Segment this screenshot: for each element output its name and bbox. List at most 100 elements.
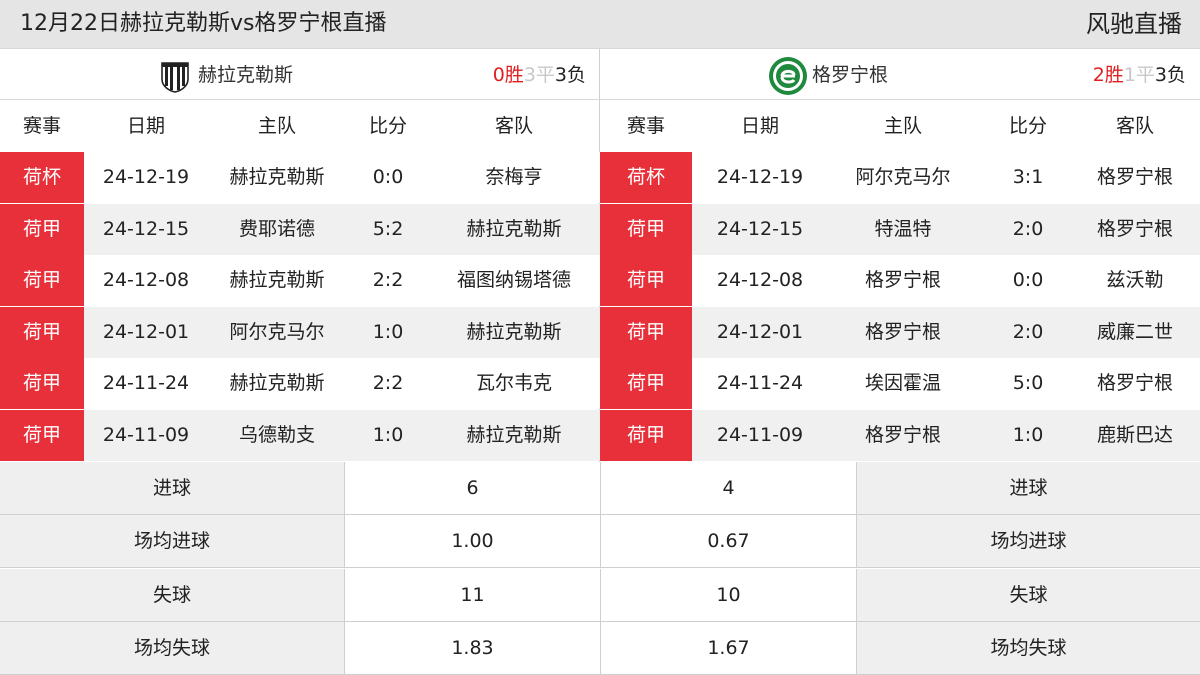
away-team[interactable]: 鹿斯巴达: [1076, 410, 1194, 461]
col-date: 日期: [126, 115, 165, 137]
match-score[interactable]: 1:0: [988, 410, 1068, 461]
match-date: 24-11-09: [102, 423, 190, 446]
competition-badge[interactable]: 荷甲: [600, 203, 692, 255]
match-score[interactable]: 2:2: [350, 255, 426, 306]
col-away: 客队: [494, 115, 533, 137]
home-team[interactable]: 特温特: [834, 204, 972, 255]
stat-row: 场均失球 1.83 1.67 场均失球: [0, 621, 1200, 675]
match-score[interactable]: 3:1: [988, 152, 1068, 203]
away-team[interactable]: 赫拉克勒斯: [432, 307, 596, 358]
competition-badge[interactable]: 荷甲: [0, 203, 84, 255]
table-row[interactable]: 荷杯 24-12-19 赫拉克勒斯 0:0 奈梅亨: [0, 152, 600, 203]
table-row[interactable]: 荷甲 24-12-15 费耶诺德 5:2 赫拉克勒斯: [0, 203, 600, 255]
match-score[interactable]: 2:0: [988, 204, 1068, 255]
stat-value-home: 1.00: [344, 515, 600, 569]
table-row[interactable]: 荷杯 24-12-19 阿尔克马尔 3:1 格罗宁根: [600, 152, 1200, 203]
stat-value-home: 6: [344, 462, 600, 515]
home-team[interactable]: 阿尔克马尔: [834, 152, 972, 203]
away-team[interactable]: 福图纳锡塔德: [432, 255, 596, 306]
table-row[interactable]: 荷甲 24-12-01 格罗宁根 2:0 威廉二世: [600, 306, 1200, 358]
match-score[interactable]: 5:2: [350, 204, 426, 255]
home-team[interactable]: 费耶诺德: [210, 204, 344, 255]
table-row[interactable]: 荷甲 24-12-08 赫拉克勒斯 2:2 福图纳锡塔德: [0, 255, 600, 306]
match-score[interactable]: 1:0: [350, 410, 426, 461]
team-name[interactable]: 赫拉克勒斯: [198, 63, 293, 87]
away-team[interactable]: 兹沃勒: [1076, 255, 1194, 306]
home-team[interactable]: 赫拉克勒斯: [210, 358, 344, 409]
home-team[interactable]: 埃因霍温: [834, 358, 972, 409]
home-team[interactable]: 赫拉克勒斯: [210, 152, 344, 203]
stat-label: 场均进球: [856, 515, 1200, 569]
table-row[interactable]: 荷甲 24-11-09 格罗宁根 1:0 鹿斯巴达: [600, 409, 1200, 461]
match-date: 24-12-01: [716, 320, 804, 343]
match-date: 24-11-24: [102, 372, 190, 394]
page-title: 12月22日赫拉克勒斯vs格罗宁根直播: [20, 11, 387, 36]
competition-badge[interactable]: 荷甲: [600, 255, 692, 306]
match-score[interactable]: 0:0: [350, 152, 426, 203]
away-team[interactable]: 赫拉克勒斯: [432, 410, 596, 461]
competition-badge[interactable]: 荷甲: [600, 358, 692, 409]
home-team[interactable]: 阿尔克马尔: [210, 307, 344, 358]
team-record: 0胜3平3负: [493, 63, 586, 87]
home-team[interactable]: 格罗宁根: [834, 410, 972, 461]
col-home: 主队: [257, 115, 296, 137]
home-team[interactable]: 赫拉克勒斯: [210, 255, 344, 306]
match-score[interactable]: 0:0: [988, 255, 1068, 306]
match-score[interactable]: 1:0: [350, 307, 426, 358]
competition-badge[interactable]: 荷甲: [0, 255, 84, 306]
stat-label: 进球: [856, 462, 1200, 515]
competition-badge[interactable]: 荷甲: [600, 306, 692, 358]
stat-value-home: 1.83: [344, 621, 600, 675]
stat-label: 场均失球: [0, 621, 344, 675]
table-header: 赛事 日期 主队 比分 客队: [0, 100, 600, 152]
stat-row: 进球 6 4 进球: [0, 462, 1200, 515]
heracles-crest-icon: [161, 62, 189, 93]
match-date: 24-12-19: [716, 166, 804, 188]
match-date: 24-12-15: [102, 217, 190, 240]
away-team[interactable]: 瓦尔韦克: [432, 358, 596, 409]
team-name[interactable]: 格罗宁根: [812, 63, 888, 87]
competition-badge[interactable]: 荷甲: [0, 409, 84, 461]
record-wins: 0胜: [492, 64, 524, 86]
groningen-crest-icon: [769, 57, 807, 95]
table-row[interactable]: 荷甲 24-11-24 赫拉克勒斯 2:2 瓦尔韦克: [0, 358, 600, 409]
away-team[interactable]: 格罗宁根: [1076, 152, 1194, 203]
away-team[interactable]: 威廉二世: [1076, 307, 1194, 358]
match-score[interactable]: 2:0: [988, 307, 1068, 358]
home-team[interactable]: 乌德勒支: [210, 410, 344, 461]
table-row[interactable]: 荷甲 24-12-08 格罗宁根 0:0 兹沃勒: [600, 255, 1200, 306]
col-date: 日期: [740, 115, 779, 137]
competition-badge[interactable]: 荷甲: [0, 306, 84, 358]
competition-badge[interactable]: 荷杯: [600, 152, 692, 203]
away-team[interactable]: 格罗宁根: [1076, 204, 1194, 255]
competition-badge[interactable]: 荷甲: [600, 409, 692, 461]
col-away: 客队: [1115, 115, 1154, 137]
competition-badge[interactable]: 荷甲: [0, 358, 84, 409]
stat-row: 失球 11 10 失球: [0, 568, 1200, 622]
match-score[interactable]: 5:0: [988, 358, 1068, 409]
away-team[interactable]: 格罗宁根: [1076, 358, 1194, 409]
stat-row: 场均进球 1.00 0.67 场均进球: [0, 515, 1200, 569]
table-row[interactable]: 荷甲 24-12-15 特温特 2:0 格罗宁根: [600, 203, 1200, 255]
table-row[interactable]: 荷甲 24-12-01 阿尔克马尔 1:0 赫拉克勒斯: [0, 306, 600, 358]
away-team[interactable]: 赫拉克勒斯: [432, 204, 596, 255]
away-team-panel: 格罗宁根 2胜1平3负 赛事 日期 主队 比分 客队 荷杯 24-12-19 阿尔克…: [600, 48, 1200, 462]
match-date: 24-12-15: [716, 217, 804, 240]
page-header: 12月22日赫拉克勒斯vs格罗宁根直播 风驰直播: [0, 0, 1200, 48]
competition-badge[interactable]: 荷杯: [0, 152, 84, 203]
stat-label: 进球: [0, 462, 344, 515]
stat-value-home: 11: [344, 568, 600, 622]
record-draws: 3平: [523, 64, 555, 86]
table-row[interactable]: 荷甲 24-11-09 乌德勒支 1:0 赫拉克勒斯: [0, 409, 600, 461]
col-home: 主队: [883, 115, 922, 137]
home-team[interactable]: 格罗宁根: [834, 255, 972, 306]
table-row[interactable]: 荷甲 24-11-24 埃因霍温 5:0 格罗宁根: [600, 358, 1200, 409]
home-team[interactable]: 格罗宁根: [834, 307, 972, 358]
record-wins: 2胜: [1092, 64, 1124, 86]
match-score[interactable]: 2:2: [350, 358, 426, 409]
home-team-panel: 赫拉克勒斯 0胜3平3负 赛事 日期 主队 比分 客队 荷杯 24-12-19 赫拉…: [0, 48, 600, 462]
match-date: 24-12-01: [102, 320, 190, 343]
site-brand[interactable]: 风驰直播: [1086, 8, 1182, 40]
away-team[interactable]: 奈梅亨: [432, 152, 596, 203]
stat-label: 场均进球: [0, 515, 344, 569]
